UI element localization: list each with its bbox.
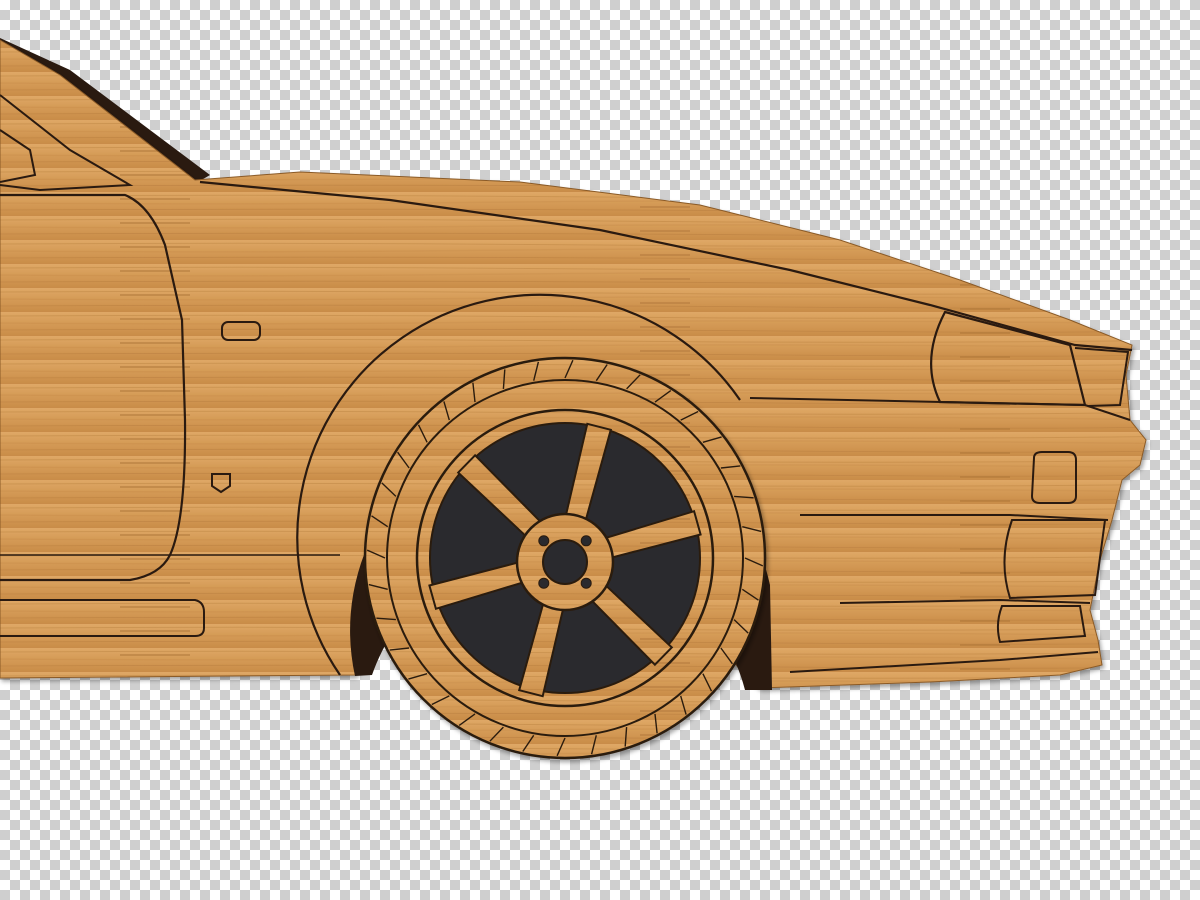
wheel [363, 356, 767, 760]
image-canvas [0, 0, 1200, 900]
lug-nut [538, 577, 550, 589]
lug-nut [580, 577, 592, 589]
lug-nut [580, 535, 592, 547]
wooden-car-artwork [0, 38, 1147, 760]
lug-nut [538, 535, 550, 547]
